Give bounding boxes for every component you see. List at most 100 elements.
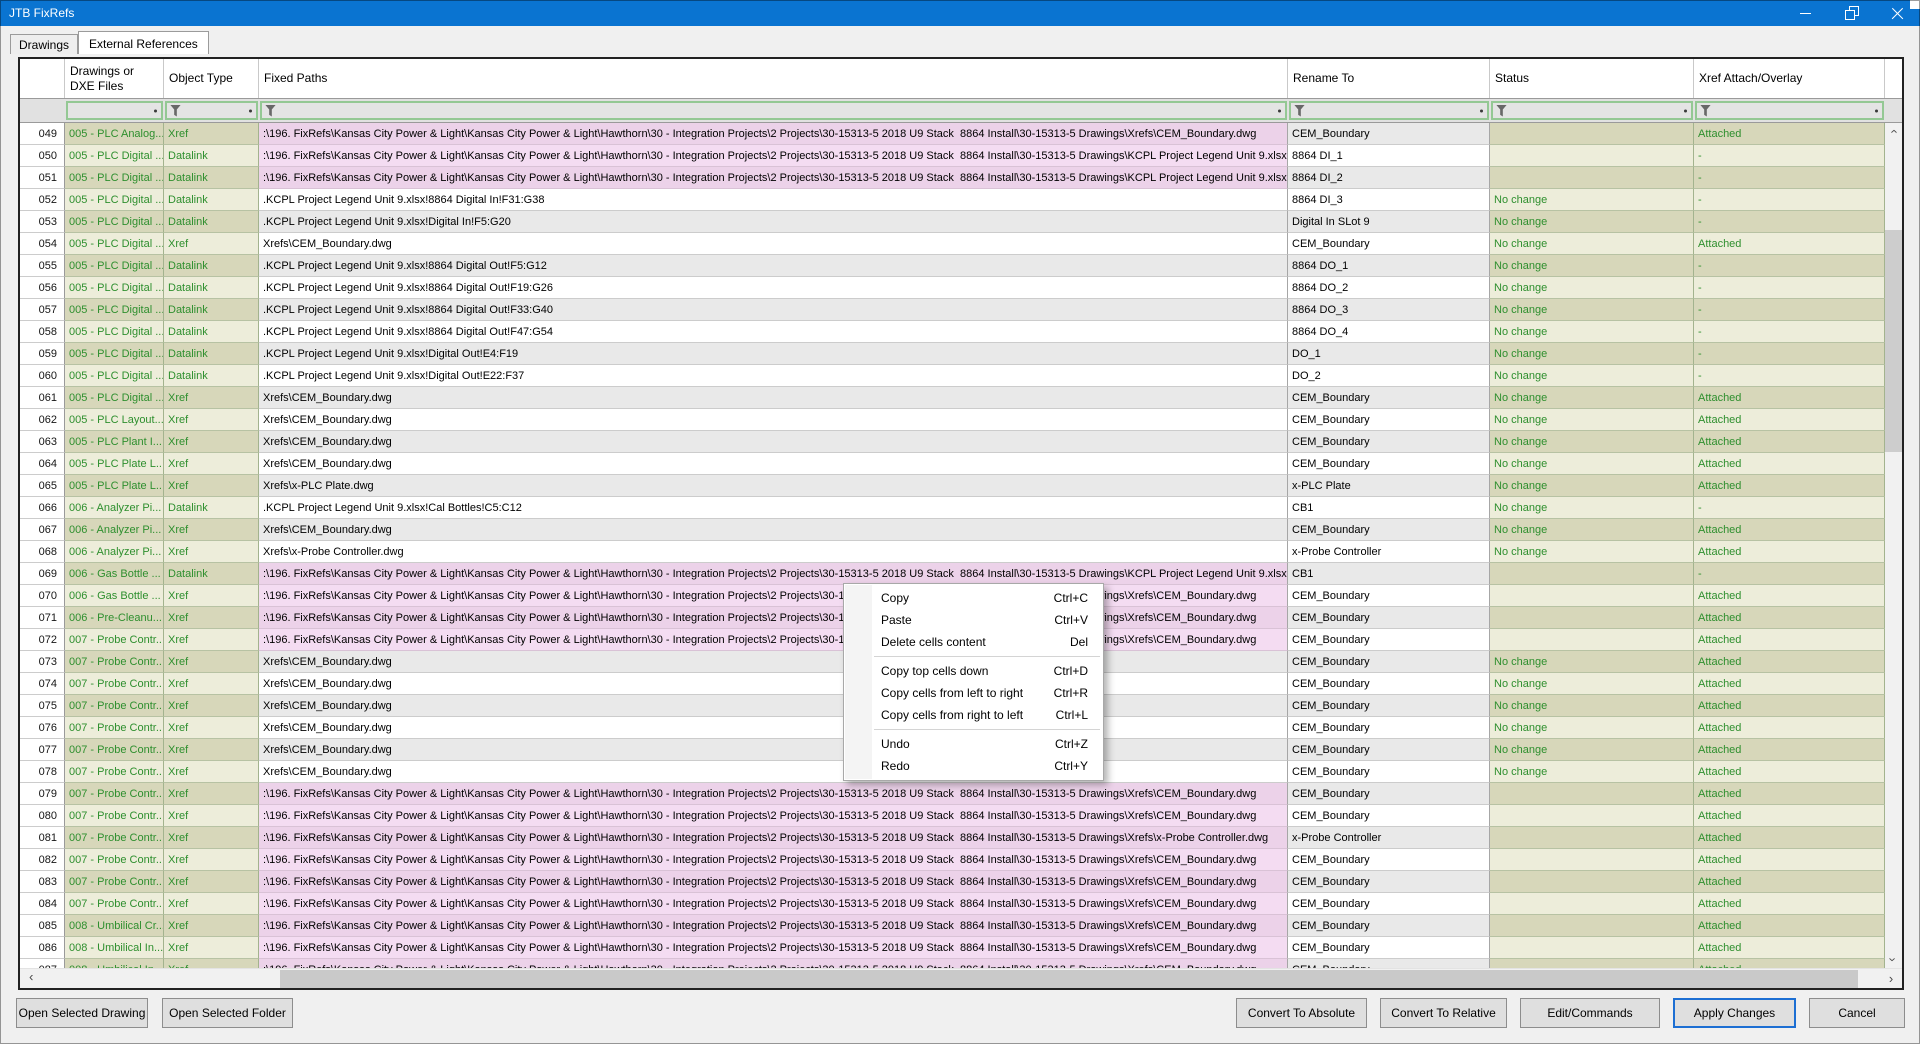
row-number[interactable]: 073 xyxy=(20,651,65,673)
row-number[interactable]: 049 xyxy=(20,123,65,145)
cell-rename-to[interactable]: CEM_Boundary xyxy=(1288,453,1490,475)
cell-drawing[interactable]: 007 - Probe Contr... xyxy=(65,871,164,893)
menu-item-copy-top-cells-down[interactable]: Copy top cells down Ctrl+D xyxy=(844,660,1103,682)
cell-object-type[interactable]: Datalink xyxy=(164,211,259,233)
menu-item-copy-cells-from-left-to-right[interactable]: Copy cells from left to right Ctrl+R xyxy=(844,682,1103,704)
edit-commands-button[interactable]: Edit/Commands xyxy=(1520,998,1660,1028)
cell-status[interactable] xyxy=(1490,585,1694,607)
cell-rename-to[interactable]: 8864 DI_2 xyxy=(1288,167,1490,189)
cell-object-type[interactable]: Xref xyxy=(164,233,259,255)
cell-fixed-path[interactable]: Xrefs\CEM_Boundary.dwg xyxy=(259,739,1288,761)
cell-rename-to[interactable]: 8864 DO_2 xyxy=(1288,277,1490,299)
cell-object-type[interactable]: Xref xyxy=(164,453,259,475)
cell-drawing[interactable]: 007 - Probe Contr... xyxy=(65,717,164,739)
cell-xref-attach-overlay[interactable]: Attached xyxy=(1694,695,1885,717)
cell-drawing[interactable]: 007 - Probe Contr... xyxy=(65,783,164,805)
row-number[interactable]: 063 xyxy=(20,431,65,453)
cell-xref-attach-overlay[interactable]: Attached xyxy=(1694,849,1885,871)
convert-to-relative-button[interactable]: Convert To Relative xyxy=(1380,998,1507,1028)
cell-xref-attach-overlay[interactable]: Attached xyxy=(1694,409,1885,431)
cell-drawing[interactable]: 005 - PLC Plate L... xyxy=(65,475,164,497)
cell-fixed-path[interactable]: :\196. FixRefs\Kansas City Power & Light… xyxy=(259,607,1288,629)
cell-drawing[interactable]: 005 - PLC Digital ... xyxy=(65,189,164,211)
cell-xref-attach-overlay[interactable]: Attached xyxy=(1694,123,1885,145)
cell-fixed-path[interactable]: :\196. FixRefs\Kansas City Power & Light… xyxy=(259,123,1288,145)
cell-fixed-path[interactable]: :\196. FixRefs\Kansas City Power & Light… xyxy=(259,783,1288,805)
cell-rename-to[interactable]: CEM_Boundary xyxy=(1288,695,1490,717)
cell-fixed-path[interactable]: Xrefs\CEM_Boundary.dwg xyxy=(259,453,1288,475)
cell-object-type[interactable]: Xref xyxy=(164,475,259,497)
cell-status[interactable]: No change xyxy=(1490,497,1694,519)
cell-rename-to[interactable]: CB1 xyxy=(1288,497,1490,519)
row-number[interactable]: 054 xyxy=(20,233,65,255)
row-number[interactable]: 066 xyxy=(20,497,65,519)
cell-status[interactable] xyxy=(1490,145,1694,167)
cell-object-type[interactable]: Xref xyxy=(164,783,259,805)
cell-status[interactable] xyxy=(1490,167,1694,189)
cell-xref-attach-overlay[interactable]: - xyxy=(1694,167,1885,189)
scroll-left-arrow[interactable]: › xyxy=(22,969,40,988)
cell-status[interactable]: No change xyxy=(1490,255,1694,277)
cell-fixed-path[interactable]: Xrefs\CEM_Boundary.dwg xyxy=(259,233,1288,255)
cell-xref-attach-overlay[interactable]: - xyxy=(1694,145,1885,167)
open-selected-folder-button[interactable]: Open Selected Folder xyxy=(162,998,293,1028)
filter-cell-object-type[interactable] xyxy=(165,101,258,120)
cell-rename-to[interactable]: CEM_Boundary xyxy=(1288,893,1490,915)
row-number[interactable]: 078 xyxy=(20,761,65,783)
apply-changes-button[interactable]: Apply Changes xyxy=(1673,998,1796,1028)
row-number[interactable]: 067 xyxy=(20,519,65,541)
cell-drawing[interactable]: 006 - Gas Bottle ... xyxy=(65,563,164,585)
cell-object-type[interactable]: Xref xyxy=(164,761,259,783)
cell-fixed-path[interactable]: Xrefs\CEM_Boundary.dwg xyxy=(259,673,1288,695)
cell-fixed-path[interactable]: :\196. FixRefs\Kansas City Power & Light… xyxy=(259,145,1288,167)
cell-status[interactable]: No change xyxy=(1490,431,1694,453)
cell-status[interactable]: No change xyxy=(1490,365,1694,387)
cell-drawing[interactable]: 007 - Probe Contr... xyxy=(65,827,164,849)
cell-status[interactable]: No change xyxy=(1490,387,1694,409)
cell-object-type[interactable]: Xref xyxy=(164,717,259,739)
cell-fixed-path[interactable]: Xrefs\CEM_Boundary.dwg xyxy=(259,409,1288,431)
column-header-fixed-paths[interactable]: Fixed Paths xyxy=(259,59,1288,98)
cell-object-type[interactable]: Xref xyxy=(164,937,259,959)
row-number[interactable]: 084 xyxy=(20,893,65,915)
filter-cell-xref-attach-overlay[interactable] xyxy=(1695,101,1884,120)
open-selected-drawing-button[interactable]: Open Selected Drawing xyxy=(16,998,148,1028)
cell-xref-attach-overlay[interactable]: Attached xyxy=(1694,629,1885,651)
cell-xref-attach-overlay[interactable]: Attached xyxy=(1694,673,1885,695)
cell-xref-attach-overlay[interactable]: - xyxy=(1694,299,1885,321)
cell-rename-to[interactable]: CEM_Boundary xyxy=(1288,739,1490,761)
column-header-drawings-or-dxe-files[interactable]: Drawings or DXE Files xyxy=(65,59,164,98)
row-number[interactable]: 074 xyxy=(20,673,65,695)
cell-xref-attach-overlay[interactable]: Attached xyxy=(1694,871,1885,893)
cell-drawing[interactable]: 006 - Pre-Cleanu... xyxy=(65,607,164,629)
vertical-scrollbar[interactable]: › › xyxy=(1885,123,1902,968)
cell-xref-attach-overlay[interactable]: - xyxy=(1694,563,1885,585)
scroll-right-arrow[interactable]: › xyxy=(1882,969,1900,988)
cell-rename-to[interactable]: CEM_Boundary xyxy=(1288,519,1490,541)
cell-drawing[interactable]: 007 - Probe Contr... xyxy=(65,849,164,871)
cell-object-type[interactable]: Datalink xyxy=(164,343,259,365)
row-number[interactable]: 076 xyxy=(20,717,65,739)
cell-fixed-path[interactable]: Xrefs\CEM_Boundary.dwg xyxy=(259,387,1288,409)
cell-object-type[interactable]: Datalink xyxy=(164,299,259,321)
cell-xref-attach-overlay[interactable]: - xyxy=(1694,365,1885,387)
cell-object-type[interactable]: Xref xyxy=(164,519,259,541)
cell-status[interactable] xyxy=(1490,959,1694,968)
row-number[interactable]: 072 xyxy=(20,629,65,651)
cell-object-type[interactable]: Datalink xyxy=(164,497,259,519)
cell-status[interactable]: No change xyxy=(1490,651,1694,673)
cell-fixed-path[interactable]: :\196. FixRefs\Kansas City Power & Light… xyxy=(259,629,1288,651)
filter-cell-drawings-or-dxe-files[interactable] xyxy=(66,101,163,120)
row-number[interactable]: 079 xyxy=(20,783,65,805)
cell-xref-attach-overlay[interactable]: Attached xyxy=(1694,607,1885,629)
cell-fixed-path[interactable]: Xrefs\CEM_Boundary.dwg xyxy=(259,519,1288,541)
cell-status[interactable]: No change xyxy=(1490,409,1694,431)
menu-item-copy[interactable]: Copy Ctrl+C xyxy=(844,587,1103,609)
cell-object-type[interactable]: Xref xyxy=(164,629,259,651)
cell-status[interactable] xyxy=(1490,607,1694,629)
cell-xref-attach-overlay[interactable]: Attached xyxy=(1694,783,1885,805)
cell-object-type[interactable]: Datalink xyxy=(164,145,259,167)
cell-rename-to[interactable]: Digital In SLot 9 xyxy=(1288,211,1490,233)
cell-object-type[interactable]: Xref xyxy=(164,387,259,409)
cell-xref-attach-overlay[interactable]: - xyxy=(1694,255,1885,277)
